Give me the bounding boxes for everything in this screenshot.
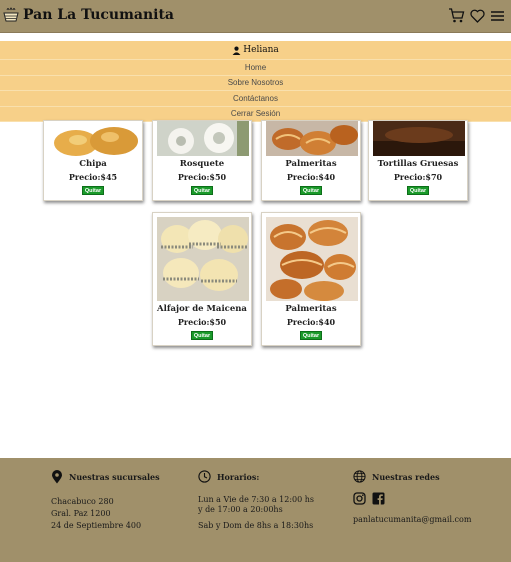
menu-user: Heliana (0, 41, 511, 60)
contact-email[interactable]: panlatucumanita@gmail.com (353, 514, 471, 526)
hours-title: Horarios: (217, 471, 260, 482)
product-name: Palmeritas (285, 304, 337, 314)
hours-line: y de 17:00 a 20:00hs (198, 505, 283, 514)
product-price: Precio:$70 (393, 172, 443, 182)
user-icon (232, 46, 241, 55)
product-price: Precio:$40 (286, 172, 336, 182)
branches-title: Nuestras sucursales (69, 472, 160, 482)
menu-item-contact[interactable]: Contáctanos (0, 91, 511, 107)
facebook-icon[interactable] (372, 492, 385, 505)
bread-basket-icon (3, 7, 19, 22)
clock-icon (198, 470, 211, 483)
product-price: Precio:$45 (68, 172, 118, 182)
instagram-icon[interactable] (353, 492, 366, 505)
footer-hours: Horarios: Lun a Vie de 7:30 a 12:00 hs y… (198, 470, 314, 531)
product-name: Chipa (79, 159, 107, 169)
product-name: Tortillas Gruesas (377, 159, 459, 169)
product-image (266, 121, 358, 156)
remove-button[interactable]: Quitar (191, 186, 213, 195)
product-card: Rosquete Precio:$50 Quitar (152, 120, 252, 201)
dropdown-menu: Heliana Home Sobre Nosotros Contáctanos … (0, 41, 511, 122)
product-price: Precio:$50 (177, 317, 227, 327)
product-image (157, 121, 249, 156)
hours-line: Lun a Vie de 7:30 a 12:00 hs (198, 495, 315, 504)
user-name: Heliana (243, 45, 279, 55)
product-card: Tortillas Gruesas Precio:$70 Quitar (368, 120, 468, 201)
menu-icon[interactable] (490, 10, 505, 22)
remove-button[interactable]: Quitar (407, 186, 429, 195)
branch-address: Chacabuco 280 (51, 497, 114, 506)
footer-social: Nuestras redes panlatucumanita@gmail.com (353, 470, 471, 526)
product-card: Chipa Precio:$45 Quitar (43, 120, 143, 201)
branch-address: 24 de Septiembre 400 (51, 521, 142, 530)
brand[interactable]: Pan La Tucumanita (3, 6, 174, 24)
product-image (266, 217, 358, 301)
branch-address: Gral. Paz 1200 (51, 509, 111, 518)
cart-icon[interactable] (448, 8, 465, 23)
globe-icon (353, 470, 366, 483)
remove-button[interactable]: Quitar (300, 186, 322, 195)
product-image (48, 121, 140, 156)
product-card: Palmeritas Precio:$40 Quitar (261, 120, 361, 201)
location-pin-icon (52, 470, 62, 484)
hours-line: Sab y Dom de 8hs a 18:30hs (198, 521, 314, 530)
menu-item-about[interactable]: Sobre Nosotros (0, 75, 511, 91)
product-card: Alfajor de Maicena Precio:$50 Quitar (152, 212, 252, 346)
product-name: Rosquete (179, 159, 225, 169)
top-navbar: Pan La Tucumanita (0, 0, 511, 33)
menu-item-home[interactable]: Home (0, 60, 511, 76)
product-price: Precio:$50 (177, 172, 227, 182)
site-title: Pan La Tucumanita (23, 7, 174, 23)
footer: Nuestras sucursales Chacabuco 280 Gral. … (0, 458, 511, 562)
product-image (157, 217, 249, 301)
product-price: Precio:$40 (286, 317, 336, 327)
product-image (373, 121, 465, 156)
product-card: Palmeritas Precio:$40 Quitar (261, 212, 361, 346)
heart-icon[interactable] (470, 9, 485, 23)
product-name: Alfajor de Maicena (157, 304, 247, 314)
remove-button[interactable]: Quitar (82, 186, 104, 195)
footer-branches: Nuestras sucursales Chacabuco 280 Gral. … (51, 470, 160, 532)
remove-button[interactable]: Quitar (300, 331, 322, 340)
product-name: Palmeritas (285, 159, 337, 169)
social-title: Nuestras redes (372, 471, 440, 482)
remove-button[interactable]: Quitar (191, 331, 213, 340)
